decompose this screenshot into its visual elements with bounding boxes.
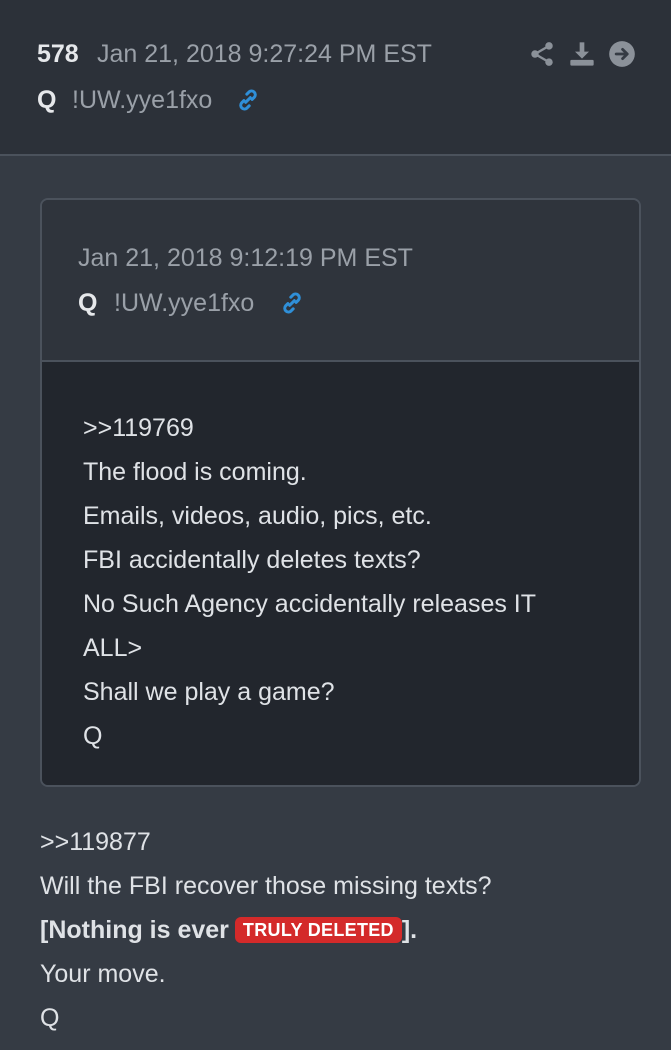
post-signature: Q: [40, 1004, 60, 1032]
bold-text-end: ].: [401, 916, 418, 944]
link-icon[interactable]: [234, 86, 262, 114]
truly-deleted-badge: TRULY DELETED: [234, 917, 402, 943]
quoted-post-line: No Such Agency accidentally releases IT: [83, 590, 537, 618]
quoted-post-line: Shall we play a game?: [83, 678, 335, 706]
quoted-post-line: The flood is coming.: [83, 458, 307, 486]
quoted-author-tripcode: !UW.yye1fxo: [114, 289, 255, 317]
arrow-right-circle-icon[interactable]: [608, 40, 636, 68]
post-number: 578: [37, 40, 79, 68]
post-date: Jan 21, 2018 9:27:24 PM EST: [97, 40, 432, 68]
post-line: Will the FBI recover those missing texts…: [40, 872, 492, 900]
post-actions: [528, 40, 636, 68]
quoted-post-date: Jan 21, 2018 9:12:19 PM EST: [78, 244, 413, 272]
author-name: Q: [37, 86, 57, 114]
post-line-emphasis: [Nothing is ever TRULY DELETED].: [40, 908, 640, 952]
quoted-post-signature: Q: [83, 722, 103, 750]
quoted-post-card[interactable]: Jan 21, 2018 9:12:19 PM EST Q !UW.yye1fx…: [40, 198, 641, 787]
post-body: >>119877 Will the FBI recover those miss…: [40, 820, 640, 1040]
post-header: 578 Jan 21, 2018 9:27:24 PM EST Q !UW.yy…: [0, 0, 671, 156]
bold-text: [Nothing is ever: [40, 916, 229, 944]
link-icon[interactable]: [278, 289, 306, 317]
quoted-author-name: Q: [78, 289, 98, 317]
reply-ref[interactable]: >>119877: [40, 820, 640, 864]
share-icon[interactable]: [528, 40, 556, 68]
post-line: Your move.: [40, 960, 166, 988]
quoted-post-body: >>119769 The flood is coming. Emails, vi…: [42, 362, 639, 785]
quoted-post-text: >>119769 The flood is coming. Emails, vi…: [83, 406, 603, 758]
post-page: 578 Jan 21, 2018 9:27:24 PM EST Q !UW.yy…: [0, 0, 671, 1050]
quoted-post-ref[interactable]: >>119769: [83, 406, 603, 450]
quoted-post-line: FBI accidentally deletes texts?: [83, 546, 421, 574]
quoted-post-line: Emails, videos, audio, pics, etc.: [83, 502, 432, 530]
quoted-post-line: ALL>: [83, 634, 143, 662]
author-tripcode: !UW.yye1fxo: [72, 86, 213, 114]
quoted-post-header: Jan 21, 2018 9:12:19 PM EST Q !UW.yye1fx…: [42, 200, 639, 362]
download-icon[interactable]: [568, 40, 596, 68]
